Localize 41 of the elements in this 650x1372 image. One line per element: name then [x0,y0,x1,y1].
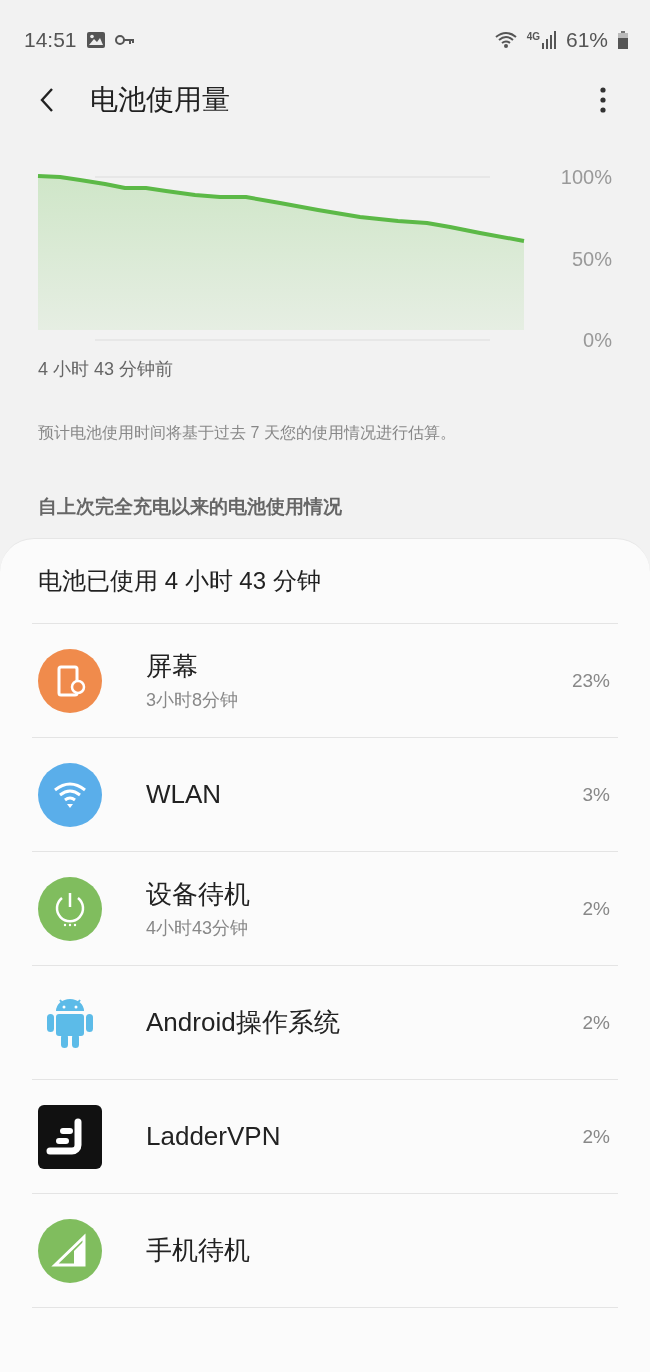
status-time: 14:51 [24,28,77,52]
item-name: WLAN [146,779,223,810]
axis-label: 0% [583,329,612,351]
estimate-note: 预计电池使用时间将基于过去 7 天您的使用情况进行估算。 [38,423,457,443]
usage-item[interactable]: Android操作系统 2% [32,966,618,1080]
item-percent: 2% [582,1011,610,1034]
page-title: 电池使用量 [90,83,230,117]
usage-item[interactable]: LadderVPN 2% [32,1080,618,1194]
item-percent: 2% [582,1125,610,1148]
item-duration: 3小时8分钟 [146,689,240,712]
usage-item[interactable]: 设备待机 4小时43分钟 2% [32,852,618,966]
item-percent: 2% [582,897,610,920]
more-icon [600,87,606,113]
network-label: 4G [526,30,540,42]
image-icon [86,32,105,48]
axis-label: 50% [571,247,612,270]
signal-icon [38,1218,102,1283]
key-icon [114,34,135,46]
usage-item[interactable]: 手机待机 [32,1194,618,1308]
power-icon [38,876,102,941]
section-title: 自上次完全充电以来的电池使用情况 [38,495,343,519]
item-name: 手机待机 [146,1234,251,1267]
app-icon [38,1104,102,1169]
usage-item[interactable]: 屏幕 3小时8分钟 23% [32,624,618,738]
item-name: LadderVPN [146,1121,282,1152]
item-percent: 23% [571,669,610,692]
chart-start-label: 4 小时 43 分钟前 [38,358,175,381]
battery-icon [618,31,628,49]
item-name: 设备待机 [146,878,251,911]
item-name: 屏幕 [146,650,199,683]
usage-item[interactable]: WLAN 3% [32,738,618,852]
battery-percent: 61% [565,28,608,52]
item-name: Android操作系统 [146,1006,341,1039]
usage-total: 电池已使用 4 小时 43 分钟 [32,539,618,624]
axis-label: 100% [560,166,612,188]
signal-icon [541,31,556,49]
item-percent: 3% [582,783,610,806]
wifi-icon [38,762,102,827]
wifi-icon [494,31,517,49]
back-icon [40,87,54,113]
item-duration: 4小时43分钟 [146,917,250,940]
